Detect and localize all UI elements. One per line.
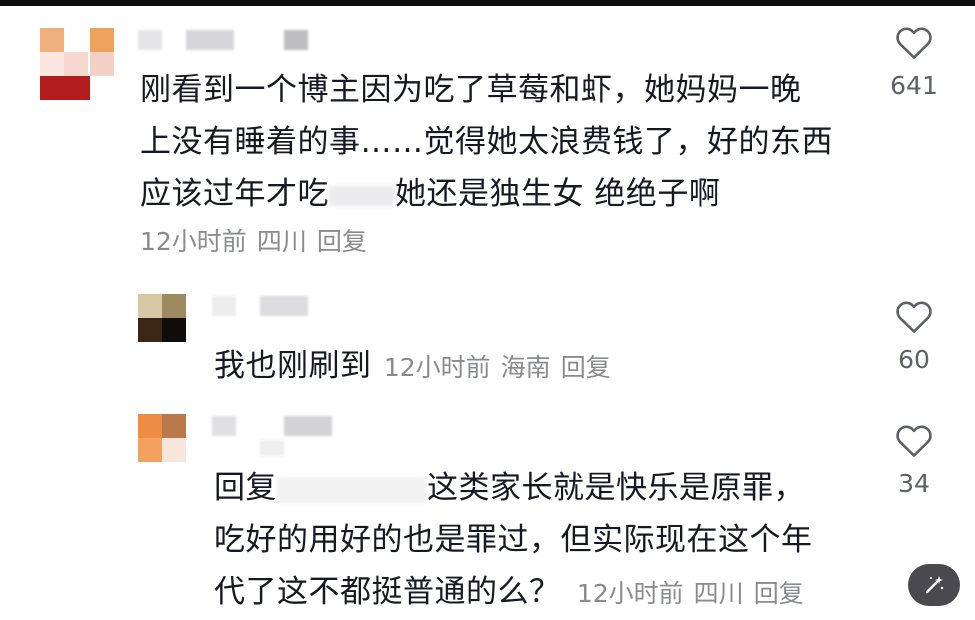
avatar[interactable] bbox=[138, 414, 186, 462]
like-count: 60 bbox=[898, 345, 930, 374]
comment-meta: 12小时前 四川 回复 bbox=[140, 226, 377, 258]
obscured-text bbox=[277, 476, 427, 503]
reply-button[interactable]: 回复 bbox=[561, 353, 611, 382]
like-button[interactable]: 641 bbox=[874, 24, 954, 100]
username-obscured[interactable] bbox=[138, 30, 162, 50]
like-count: 641 bbox=[890, 71, 938, 100]
location: 四川 bbox=[693, 579, 744, 608]
username-obscured[interactable] bbox=[212, 416, 236, 436]
obscured-text bbox=[329, 185, 395, 206]
location: 四川 bbox=[256, 227, 307, 256]
comment-meta: 12小时前 海南 回复 bbox=[384, 353, 621, 382]
magic-wand-button[interactable] bbox=[908, 564, 960, 606]
avatar[interactable] bbox=[138, 294, 186, 342]
reply-prefix: 回复 bbox=[214, 470, 277, 506]
heart-outline-icon bbox=[896, 27, 932, 59]
comment-meta: 12小时前 四川 回复 bbox=[577, 579, 814, 608]
timestamp: 12小时前 bbox=[576, 579, 684, 608]
heart-outline-icon bbox=[896, 301, 932, 333]
comment-text: 刚看到一个博主因为吃了草莓和虾，她妈妈一晚 上没有睡着的事……觉得她太浪费钱了，… bbox=[140, 72, 833, 212]
like-button[interactable]: 60 bbox=[874, 298, 954, 374]
heart-outline-icon bbox=[896, 425, 932, 457]
reply-button[interactable]: 回复 bbox=[317, 227, 367, 256]
timestamp: 12小时前 bbox=[383, 353, 491, 382]
top-bar bbox=[0, 0, 975, 6]
magic-wand-icon bbox=[925, 576, 944, 594]
username-obscured[interactable] bbox=[212, 296, 236, 316]
reply-button[interactable]: 回复 bbox=[754, 579, 804, 608]
comment-text: 回复 这类家长就是快乐是原罪， 吃好的用好的也是罪过，但实际现在这个年 代了这不都… bbox=[214, 470, 814, 610]
like-count: 34 bbox=[898, 469, 930, 498]
timestamp: 12小时前 bbox=[140, 227, 247, 256]
comment-text: 我也刚刷到 12小时前 海南 回复 bbox=[214, 340, 621, 394]
location: 海南 bbox=[500, 353, 551, 382]
like-button[interactable]: 34 bbox=[874, 422, 954, 498]
avatar[interactable] bbox=[40, 28, 114, 102]
